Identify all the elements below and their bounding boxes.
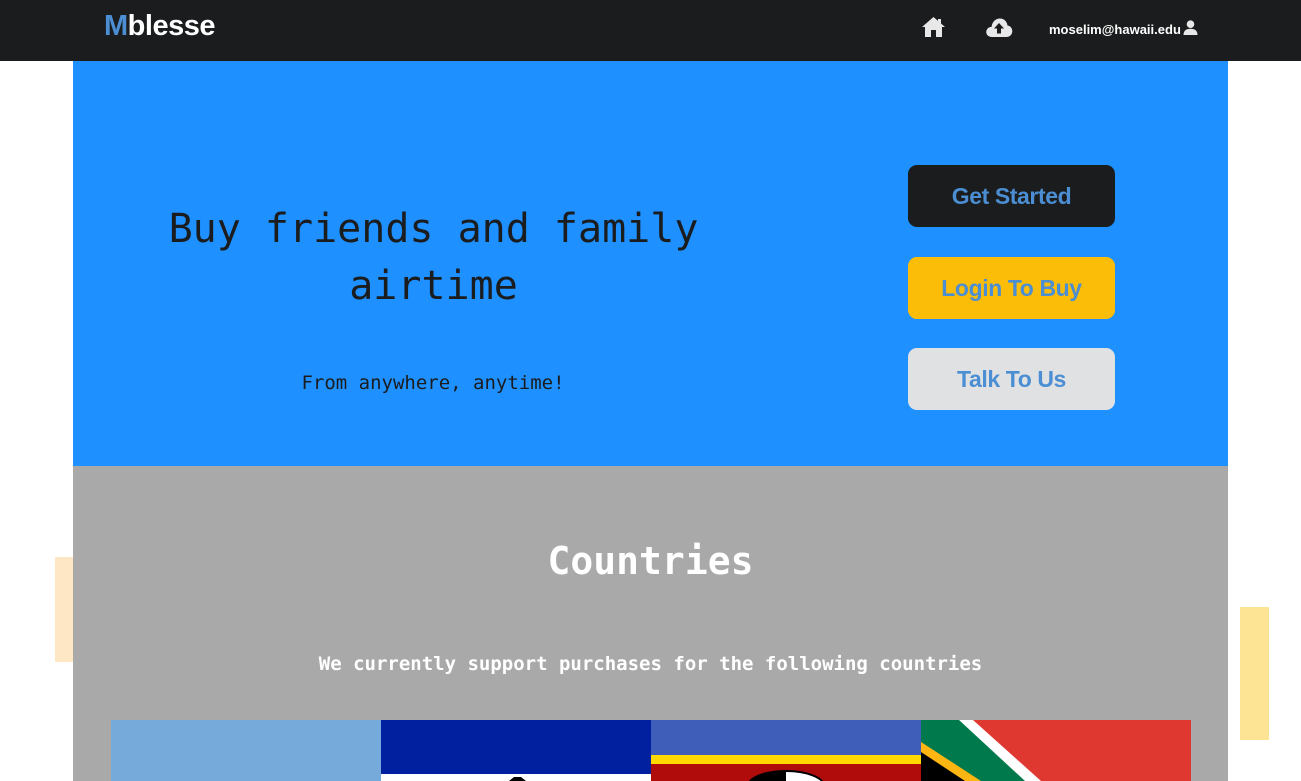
lesotho-flag[interactable] [381, 720, 651, 781]
brand-initial: M [104, 10, 128, 42]
hero-title: Buy friends and family airtime [168, 206, 699, 309]
user-icon [1183, 20, 1198, 38]
brand-name: blesse [127, 10, 216, 42]
user-account-menu[interactable]: moselim@hawaii.edu [1049, 18, 1198, 40]
botswana-flag[interactable] [111, 720, 381, 781]
hero-section: Buy friends and family airtime From anyw… [73, 61, 1228, 466]
south-africa-flag[interactable] [921, 720, 1191, 781]
talk-to-us-button[interactable]: Talk To Us [908, 348, 1115, 410]
decorative-block-right [1240, 607, 1269, 740]
login-to-buy-button[interactable]: Login To Buy [908, 257, 1115, 319]
home-icon[interactable] [921, 16, 946, 43]
brand-logo[interactable]: Mblesse [104, 8, 215, 44]
countries-subtitle: We currently support purchases for the f… [318, 653, 983, 675]
country-flags-row [111, 720, 1191, 781]
top-navbar: Mblesse moselim@hawaii.edu [0, 0, 1301, 61]
user-email: moselim@hawaii.edu [1049, 21, 1181, 37]
eswatini-flag[interactable] [651, 720, 921, 781]
countries-section: Countries We currently support purchases… [73, 466, 1228, 781]
countries-title: Countries [547, 539, 754, 583]
cloud-upload-icon[interactable] [985, 17, 1013, 43]
hero-subtitle: From anywhere, anytime! [301, 372, 565, 394]
decorative-block-left [55, 557, 73, 662]
get-started-button[interactable]: Get Started [908, 165, 1115, 227]
